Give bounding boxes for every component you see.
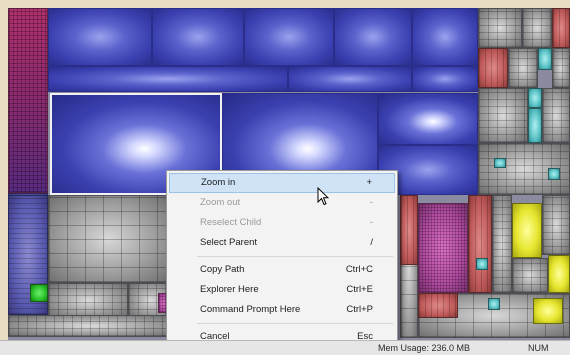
treemap-tile-red[interactable] bbox=[400, 195, 418, 265]
status-bar: Mem Usage: 236.0 MB NUM bbox=[0, 340, 570, 355]
menu-item-label: Zoom in bbox=[201, 177, 236, 188]
menu-item-shortcut: Ctrl+E bbox=[346, 284, 373, 295]
treemap-tile-blue[interactable] bbox=[412, 66, 478, 92]
menu-item-zoom-in[interactable]: Zoom in + bbox=[169, 173, 395, 193]
treemap-tile-red[interactable] bbox=[552, 8, 570, 48]
menu-separator bbox=[197, 323, 393, 324]
treemap-tile-grey[interactable] bbox=[522, 8, 552, 48]
treemap-tile-teal[interactable] bbox=[476, 258, 488, 270]
treemap-tile-green[interactable] bbox=[30, 284, 48, 302]
menu-item-reselect-child[interactable]: Reselect Child - bbox=[169, 213, 395, 233]
menu-item-label: Reselect Child bbox=[200, 217, 262, 228]
memory-usage-text: Mem Usage: 236.0 MB bbox=[378, 343, 471, 353]
treemap-tile-teal[interactable] bbox=[548, 168, 560, 180]
treemap-tile-teal[interactable] bbox=[538, 48, 552, 70]
treemap-tile-grey[interactable] bbox=[508, 48, 538, 88]
treemap-tile-blue[interactable] bbox=[152, 8, 244, 66]
menu-item-shortcut: Ctrl+P bbox=[346, 304, 373, 315]
context-menu: Zoom in + Zoom out - Reselect Child - Se… bbox=[166, 170, 398, 350]
treemap-tile-teal[interactable] bbox=[494, 158, 506, 168]
treemap-tile-blue[interactable] bbox=[48, 66, 288, 92]
treemap-tile-left-strip[interactable] bbox=[8, 8, 48, 193]
menu-separator bbox=[197, 256, 393, 257]
treemap-tile-grey[interactable] bbox=[512, 258, 548, 293]
treemap-tile-red[interactable] bbox=[478, 48, 508, 88]
menu-item-label: Command Prompt Here bbox=[200, 304, 301, 315]
treemap-tile-yellow[interactable] bbox=[548, 255, 570, 293]
menu-item-shortcut: - bbox=[369, 197, 373, 208]
menu-item-shortcut: Ctrl+C bbox=[345, 264, 373, 275]
treemap-tile-red[interactable] bbox=[468, 195, 492, 293]
menu-item-label: Explorer Here bbox=[200, 284, 259, 295]
treemap-tile-grey[interactable] bbox=[492, 195, 512, 293]
treemap-tile-grey[interactable] bbox=[48, 283, 128, 318]
treemap-tile-yellow[interactable] bbox=[512, 203, 542, 258]
treemap-tile-grey[interactable] bbox=[8, 315, 174, 337]
menu-item-command-prompt-here[interactable]: Command Prompt Here Ctrl+P bbox=[169, 300, 395, 320]
treemap-tile-magenta[interactable] bbox=[418, 203, 468, 293]
num-lock-indicator: NUM bbox=[528, 343, 549, 353]
menu-item-label: Copy Path bbox=[200, 264, 245, 275]
menu-item-select-parent[interactable]: Select Parent / bbox=[169, 233, 395, 253]
menu-item-explorer-here[interactable]: Explorer Here Ctrl+E bbox=[169, 280, 395, 300]
treemap-tile-blue[interactable] bbox=[378, 93, 478, 145]
menu-item-zoom-out[interactable]: Zoom out - bbox=[169, 193, 395, 213]
treemap-tile-grey[interactable] bbox=[552, 48, 570, 88]
treemap-tile-teal[interactable] bbox=[528, 88, 542, 108]
treemap-tile-teal[interactable] bbox=[528, 108, 542, 143]
treemap-tile-grey[interactable] bbox=[48, 195, 168, 283]
treemap-tile-teal[interactable] bbox=[488, 298, 500, 310]
menu-item-label: Zoom out bbox=[200, 197, 241, 208]
mouse-cursor-icon bbox=[317, 187, 329, 206]
treemap-tile-blue[interactable] bbox=[334, 8, 412, 66]
treemap-tile-grey[interactable] bbox=[478, 8, 522, 48]
menu-item-shortcut: + bbox=[366, 177, 372, 188]
menu-item-label: Select Parent bbox=[200, 237, 258, 248]
treemap-tile-blue[interactable] bbox=[412, 8, 478, 66]
menu-item-copy-path[interactable]: Copy Path Ctrl+C bbox=[169, 260, 395, 280]
treemap-tile-blue[interactable] bbox=[48, 8, 152, 66]
treemap-tile-grey[interactable] bbox=[542, 88, 570, 143]
menu-item-shortcut: / bbox=[370, 237, 373, 248]
treemap-tile-red[interactable] bbox=[418, 293, 458, 318]
treemap-tile-yellow[interactable] bbox=[533, 298, 563, 324]
menu-item-shortcut: - bbox=[369, 217, 373, 228]
treemap-tile-grey[interactable] bbox=[478, 88, 528, 143]
treemap-tile-blue[interactable] bbox=[244, 8, 334, 66]
treemap-tile-grey[interactable] bbox=[542, 195, 570, 255]
treemap-tile-blue[interactable] bbox=[288, 66, 412, 92]
